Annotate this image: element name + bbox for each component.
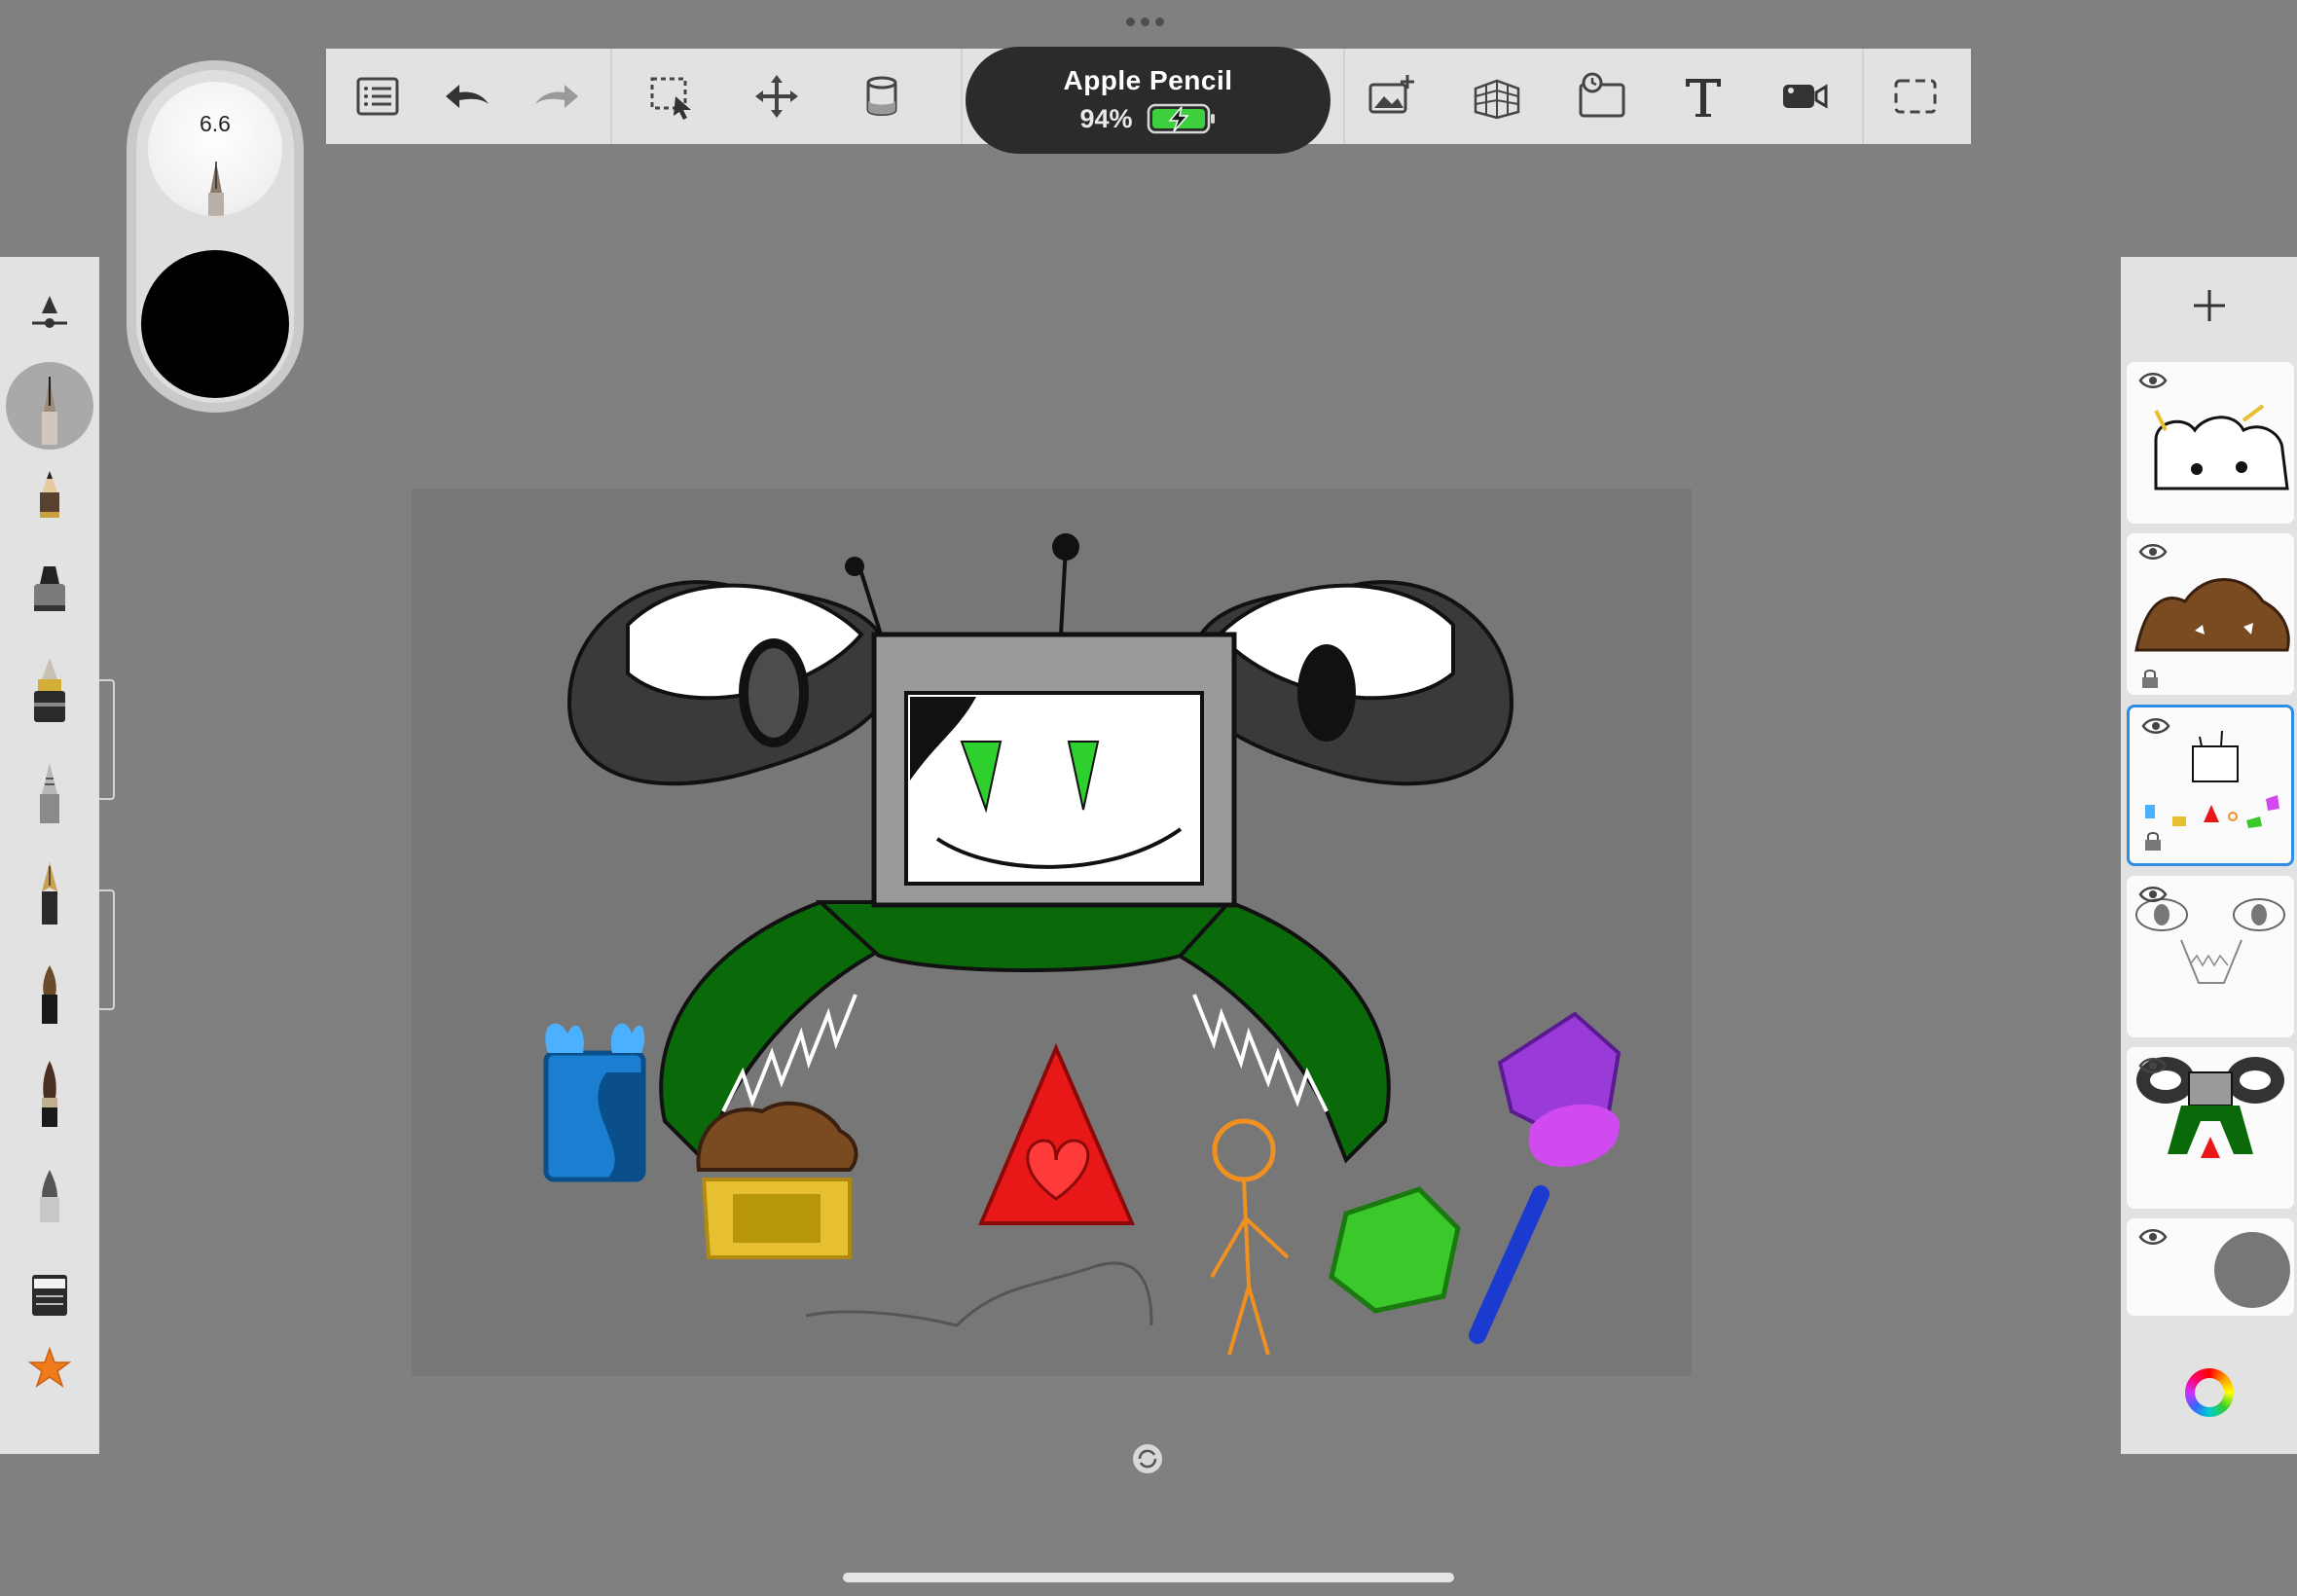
brush-sidebar [0, 257, 99, 1454]
fullscreen-icon[interactable] [1881, 62, 1950, 130]
layers-panel [2121, 257, 2297, 1454]
time-lapse-icon[interactable] [1568, 62, 1636, 130]
paint-brush-icon[interactable] [16, 952, 84, 1030]
layer-color-composite[interactable] [2127, 1047, 2294, 1209]
home-indicator[interactable] [843, 1573, 1454, 1582]
transform-icon[interactable] [743, 62, 811, 130]
add-layer-button[interactable] [2121, 257, 2297, 354]
layer-visibility-eye-icon[interactable] [2138, 541, 2168, 562]
plus-icon [2193, 290, 2225, 321]
pencil-icon[interactable] [16, 448, 84, 526]
layer-lock-icon [2142, 670, 2158, 688]
layer-visibility-eye-icon[interactable] [2138, 1055, 2168, 1076]
green-character [1329, 1186, 1461, 1314]
felt-marker-icon[interactable] [16, 549, 84, 627]
perspective-guide-icon[interactable] [1463, 62, 1531, 130]
orange-stick-figure [1212, 1118, 1276, 1182]
airbrush-icon[interactable] [16, 1152, 84, 1230]
redo-icon[interactable] [523, 62, 591, 130]
layer-visibility-eye-icon[interactable] [2138, 370, 2168, 391]
ink-brush-icon[interactable] [16, 1053, 84, 1131]
fill-bucket-icon[interactable] [848, 62, 916, 130]
apple-pencil-status: Apple Pencil 94% [966, 47, 1331, 154]
undo-icon[interactable] [433, 62, 501, 130]
brush-size-value: 6.6 [200, 111, 231, 136]
size-slider-tab[interactable] [99, 679, 115, 800]
pencil-name: Apple Pencil [1063, 65, 1233, 95]
drawing-canvas[interactable] [412, 489, 1692, 1376]
multitasking-dots[interactable] [1126, 18, 1171, 29]
battery-icon [1147, 103, 1215, 134]
canvas-rotate-icon[interactable] [1131, 1442, 1164, 1475]
brush-preview-capsule: 6.6 [127, 60, 304, 413]
layer-sketch[interactable] [2127, 876, 2294, 1037]
right-ear-pod [1187, 580, 1514, 786]
layer-characters-selected[interactable] [2127, 705, 2294, 866]
technical-pen-preview-icon [208, 162, 224, 216]
background-color-swatch[interactable] [2214, 1232, 2290, 1308]
eraser-icon[interactable] [16, 1253, 84, 1331]
current-color-swatch[interactable] [141, 250, 289, 398]
ballpoint-pen-icon[interactable] [16, 751, 84, 829]
color-wheel-icon[interactable] [2185, 1368, 2234, 1417]
layer-visibility-eye-icon[interactable] [2138, 1226, 2168, 1248]
left-ear-pod [566, 580, 893, 786]
layer-visibility-eye-icon[interactable] [2138, 884, 2168, 905]
layer-antennae[interactable] [2127, 362, 2294, 524]
layer-background[interactable] [2127, 1218, 2294, 1316]
pencil-battery-percent: 94% [1079, 103, 1133, 133]
technical-pen-icon[interactable] [16, 367, 84, 445]
fountain-pen-icon[interactable] [16, 852, 84, 930]
gallery-list-icon[interactable] [344, 62, 412, 130]
opacity-slider-tab[interactable] [99, 889, 115, 1010]
insert-image-icon[interactable] [1358, 62, 1426, 130]
selection-icon[interactable] [638, 62, 706, 130]
artwork [543, 533, 1622, 1356]
record-icon[interactable] [1770, 62, 1839, 130]
layer-lock-icon [2145, 832, 2161, 851]
layer-brown-hat[interactable] [2127, 533, 2294, 695]
text-icon[interactable] [1669, 62, 1737, 130]
brush-size-dial[interactable]: 6.6 [148, 82, 282, 216]
brush-settings-icon[interactable] [16, 274, 84, 352]
blue-pen-character [1469, 1185, 1550, 1344]
layer-visibility-eye-icon[interactable] [2141, 715, 2170, 737]
ink-pen-icon[interactable] [16, 650, 84, 728]
favorites-star-icon[interactable] [16, 1327, 84, 1405]
